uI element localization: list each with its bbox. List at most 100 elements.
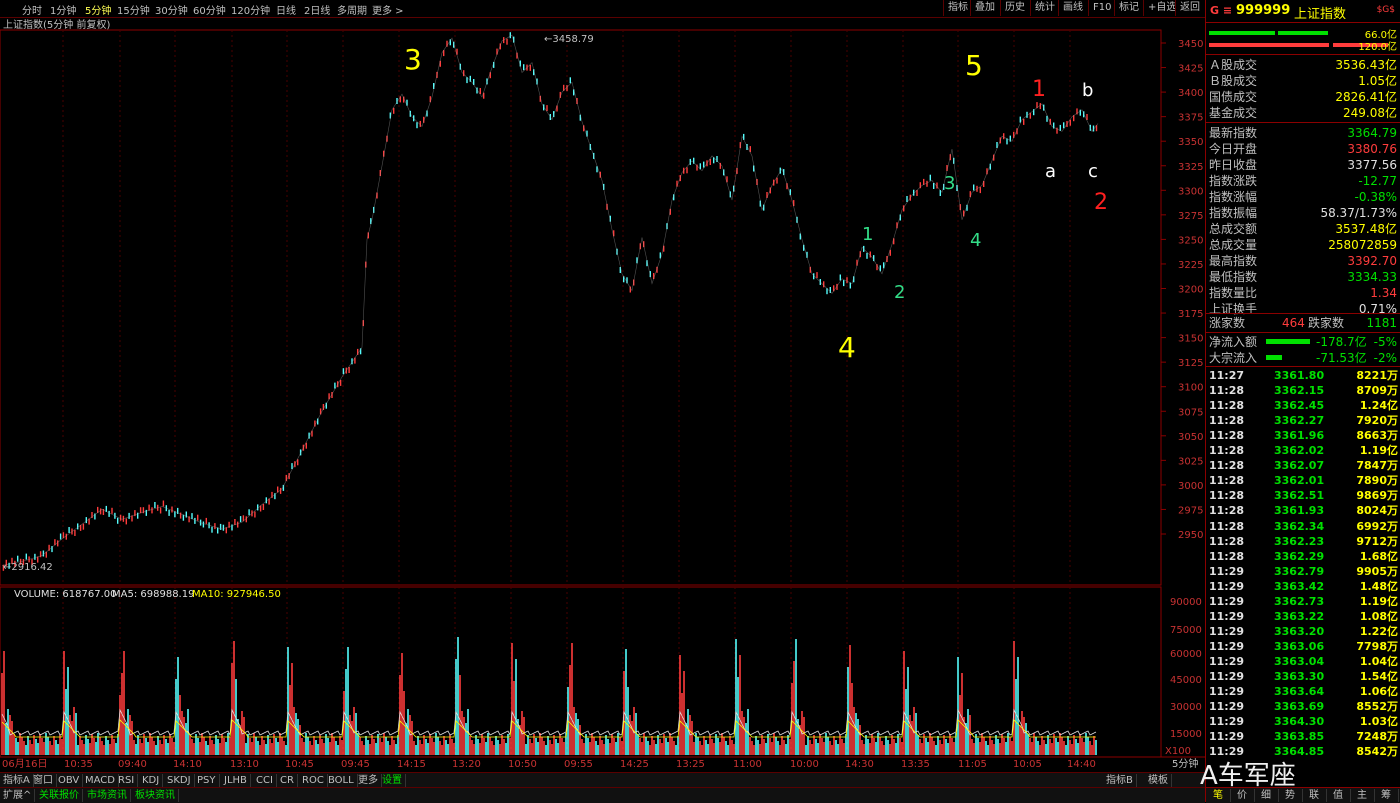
toolbar-button-3[interactable]: 统计 [1030,0,1059,16]
indicator-tab-7[interactable]: PSY [194,774,220,787]
indicator-tab-8[interactable]: JLHB [221,774,251,787]
indicator-tab-11[interactable]: ROC [299,774,328,787]
breadth-row: 涨家数 464 跌家数 1181 [1206,315,1400,331]
time-tick-label: 14:40 [1067,759,1096,770]
outflow-bar [1278,31,1328,35]
volume-tick-label: 30000 [1170,702,1202,713]
indicator-tabs: 指标A 窗口 OBV MACD RSI KDJ SKDJ PSY JLHB CCI CR ROC BOL… [0,772,1205,788]
flow-pct: -2% [1373,351,1397,365]
price-tick-label: 3175 [1178,309,1203,320]
price-tick-label: 3325 [1178,162,1203,173]
wave-label-10: 3 [944,173,955,194]
toolbar-button-4[interactable]: 画线 [1058,0,1087,16]
indicator-tab-10[interactable]: CR [277,774,298,787]
info-tab-1[interactable]: 关联报价 [36,789,83,802]
indicator-tab-6[interactable]: SKDJ [164,774,195,787]
kline-chart[interactable]: 3450342534003375335033253300327532503225… [0,17,1205,772]
time-tick-label: 10:50 [508,759,537,770]
high-label: ←3458.79 [544,34,594,45]
indicator-tab-9[interactable]: CCI [253,774,277,787]
panel-tab-5[interactable]: 值 [1326,789,1351,802]
stat-value: 1.34 [1370,286,1397,300]
timeframe-4[interactable]: 30分钟 [155,2,188,17]
ma5-line [1,708,1097,737]
down-count: 1181 [1366,316,1397,330]
price-tick-label: 3125 [1178,358,1203,369]
panel-tab-7[interactable]: 筹 [1374,789,1399,802]
price-tick-label: 3450 [1178,39,1203,50]
toolbar-button-2[interactable]: 历史 [1000,0,1029,16]
timeframe-7[interactable]: 日线 [276,2,296,17]
stat-value: 1.05亿 [1358,74,1397,88]
stat-value: 3537.48亿 [1335,222,1397,236]
indicator-tab-3[interactable]: MACD [82,774,119,787]
panel-tab-4[interactable]: 联 [1302,789,1327,802]
stat-label: 今日开盘 [1209,142,1258,156]
bar-red [1209,43,1329,47]
indicator-tab-14[interactable]: 设置 [379,774,406,787]
stat-row: 最低指数 3334.33 [1206,269,1400,285]
stat-row: 最新指数 3364.79 [1206,125,1400,141]
timeframe-8[interactable]: 2日线 [304,2,330,17]
timeframe-9[interactable]: 多周期 [337,2,367,17]
badge: $G$ [1376,5,1395,15]
volume-tick-label: 45000 [1170,675,1202,686]
stat-label: Ｂ股成交 [1209,74,1258,88]
indicator-tab-0[interactable]: 指标A [0,774,34,787]
flow-bar [1266,339,1310,344]
wave-label-5: b [1082,80,1093,101]
stat-row: 总成交量 258072859 [1206,237,1400,253]
timeframe-5[interactable]: 60分钟 [193,2,226,17]
bar-value-1: 120.0亿 [1358,42,1397,53]
time-tick-label: 14:25 [620,759,649,770]
stat-label: 指数量比 [1209,286,1258,300]
price-tick-label: 3225 [1178,260,1203,271]
indicator-tab-1[interactable]: 窗口 [30,774,57,787]
stat-value: 258072859 [1328,238,1397,252]
time-tick-label: 14:15 [397,759,426,770]
time-tick-label: 13:25 [676,759,705,770]
toolbar-button-6[interactable]: 标记 [1114,0,1143,16]
timeframe-2[interactable]: 5分钟 [85,2,111,17]
stat-value: 3377.56 [1347,158,1397,172]
wave-label-11: 4 [970,230,981,251]
timeframe-toolbar: 分时 1分钟 5分钟 15分钟 30分钟 60分钟 120分钟 日线 2日线 多周期 更多 > 指标叠… [0,0,1205,18]
time-tick-label: 10:45 [285,759,314,770]
timeframe-10[interactable]: 更多 > [372,2,404,17]
stat-label: 基金成交 [1209,106,1258,120]
stat-label: 指数振幅 [1209,206,1258,220]
stat-row: 昨日收盘 3377.56 [1206,157,1400,173]
stat-row: 指数量比 1.34 [1206,285,1400,301]
time-tick-label: 11:00 [733,759,762,770]
stat-value: 249.08亿 [1343,106,1397,120]
indicator-right-tab-0[interactable]: 指标B [1103,774,1137,787]
toolbar-button-0[interactable]: 指标 [943,0,972,16]
toolbar-button-8[interactable]: 返回 [1175,0,1204,16]
time-tick-label: 10:35 [64,759,93,770]
indicator-tab-5[interactable]: KDJ [139,774,164,787]
timeframe-6[interactable]: 120分钟 [231,2,270,17]
panel-header: G ≡ 999999 上证指数 $G$ [1206,0,1400,23]
indicator-tab-12[interactable]: BOLL [325,774,358,787]
timeframe-0[interactable]: 分时 [22,2,42,17]
stat-row: 国债成交 2826.41亿 [1206,89,1400,105]
panel-tab-6[interactable]: 主 [1350,789,1375,802]
info-tab-0[interactable]: 扩展^ [0,789,36,802]
price-tick-label: 3250 [1178,235,1203,246]
wave-label-4: 2 [1094,190,1108,215]
volume-tick-label: 90000 [1170,597,1202,608]
toolbar-button-5[interactable]: F10 [1088,0,1115,16]
indicator-tab-13[interactable]: 更多 [355,774,382,787]
stat-label: Ａ股成交 [1209,58,1258,72]
indicator-tab-2[interactable]: OBV [55,774,84,787]
indicator-tab-4[interactable]: RSI [115,774,139,787]
toolbar-button-1[interactable]: 叠加 [970,0,999,16]
stat-value: 3392.70 [1347,254,1397,268]
timeframe-3[interactable]: 15分钟 [117,2,150,17]
info-tab-2[interactable]: 市场资讯 [84,789,131,802]
info-tab-3[interactable]: 板块资讯 [132,789,179,802]
stat-value: -0.38% [1354,190,1397,204]
indicator-right-tab-1[interactable]: 模板 [1145,774,1172,787]
timeframe-1[interactable]: 1分钟 [50,2,76,17]
low-label: ←2916.42 [3,562,53,573]
